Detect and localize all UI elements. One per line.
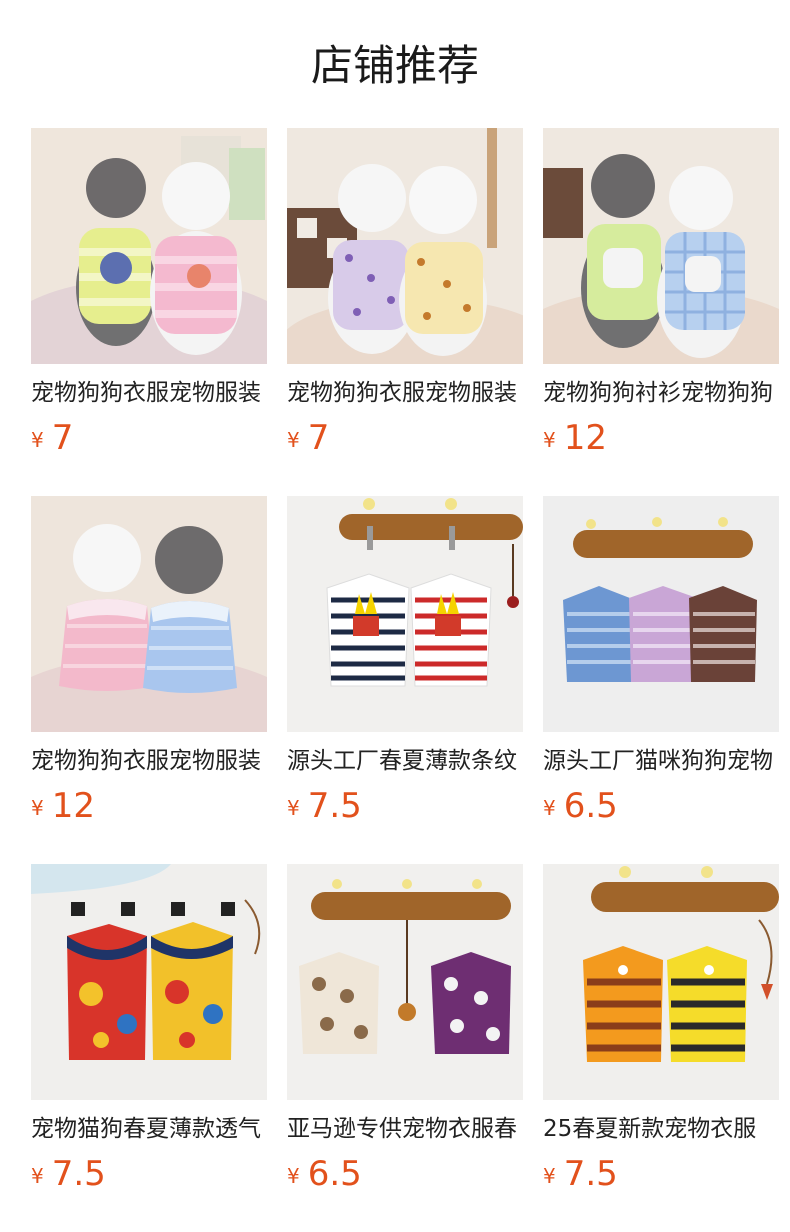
product-price: ¥7.5: [287, 786, 523, 826]
product-image[interactable]: [287, 496, 523, 732]
currency-symbol: ¥: [287, 796, 300, 820]
product-image[interactable]: [543, 496, 779, 732]
price-value: 7.5: [563, 1154, 618, 1194]
product-price: ¥6.5: [287, 1154, 523, 1194]
currency-symbol: ¥: [543, 1164, 556, 1188]
product-name[interactable]: 宠物狗狗衣服宠物服装: [31, 376, 267, 410]
currency-symbol: ¥: [287, 1164, 300, 1188]
product-card[interactable]: 宠物狗狗衣服宠物服装 ¥7: [31, 128, 267, 468]
product-card[interactable]: 宠物狗狗衬衫宠物狗狗 ¥12: [543, 128, 779, 468]
product-price: ¥7.5: [31, 1154, 267, 1194]
price-value: 7: [307, 418, 330, 458]
product-card[interactable]: 25春夏新款宠物衣服 ¥7.5: [543, 864, 779, 1204]
currency-symbol: ¥: [287, 428, 300, 452]
price-value: 12: [51, 786, 95, 826]
product-name[interactable]: 25春夏新款宠物衣服: [543, 1112, 779, 1146]
product-name[interactable]: 源头工厂猫咪狗狗宠物: [543, 744, 779, 778]
price-value: 6.5: [307, 1154, 362, 1194]
product-image[interactable]: [287, 864, 523, 1100]
product-price: ¥12: [543, 418, 779, 458]
product-price: ¥7: [31, 418, 267, 458]
product-card[interactable]: 宠物狗狗衣服宠物服装 ¥12: [31, 496, 267, 836]
product-card[interactable]: 源头工厂春夏薄款条纹 ¥7.5: [287, 496, 523, 836]
product-name[interactable]: 宠物狗狗衬衫宠物狗狗: [543, 376, 779, 410]
product-price: ¥7.5: [543, 1154, 779, 1194]
price-value: 7.5: [307, 786, 362, 826]
price-value: 7: [51, 418, 74, 458]
product-name[interactable]: 宠物猫狗春夏薄款透气: [31, 1112, 267, 1146]
product-name[interactable]: 亚马逊专供宠物衣服春: [287, 1112, 523, 1146]
currency-symbol: ¥: [543, 796, 556, 820]
product-name[interactable]: 宠物狗狗衣服宠物服装: [287, 376, 523, 410]
product-price: ¥12: [31, 786, 267, 826]
price-value: 12: [563, 418, 607, 458]
product-image[interactable]: [31, 128, 267, 364]
product-card[interactable]: 源头工厂猫咪狗狗宠物 ¥6.5: [543, 496, 779, 836]
price-value: 6.5: [563, 786, 618, 826]
product-image[interactable]: [31, 496, 267, 732]
product-image[interactable]: [287, 128, 523, 364]
product-card[interactable]: 宠物狗狗衣服宠物服装 ¥7: [287, 128, 523, 468]
currency-symbol: ¥: [31, 796, 44, 820]
product-card[interactable]: 亚马逊专供宠物衣服春 ¥6.5: [287, 864, 523, 1204]
product-price: ¥6.5: [543, 786, 779, 826]
product-name[interactable]: 源头工厂春夏薄款条纹: [287, 744, 523, 778]
currency-symbol: ¥: [31, 428, 44, 452]
product-image[interactable]: [543, 128, 779, 364]
price-value: 7.5: [51, 1154, 106, 1194]
product-name[interactable]: 宠物狗狗衣服宠物服装: [31, 744, 267, 778]
section-title: 店铺推荐: [310, 41, 479, 90]
product-image[interactable]: [543, 864, 779, 1100]
product-image[interactable]: [31, 864, 267, 1100]
currency-symbol: ¥: [31, 1164, 44, 1188]
currency-symbol: ¥: [543, 428, 556, 452]
product-price: ¥7: [287, 418, 523, 458]
product-card[interactable]: 宠物猫狗春夏薄款透气 ¥7.5: [31, 864, 267, 1204]
